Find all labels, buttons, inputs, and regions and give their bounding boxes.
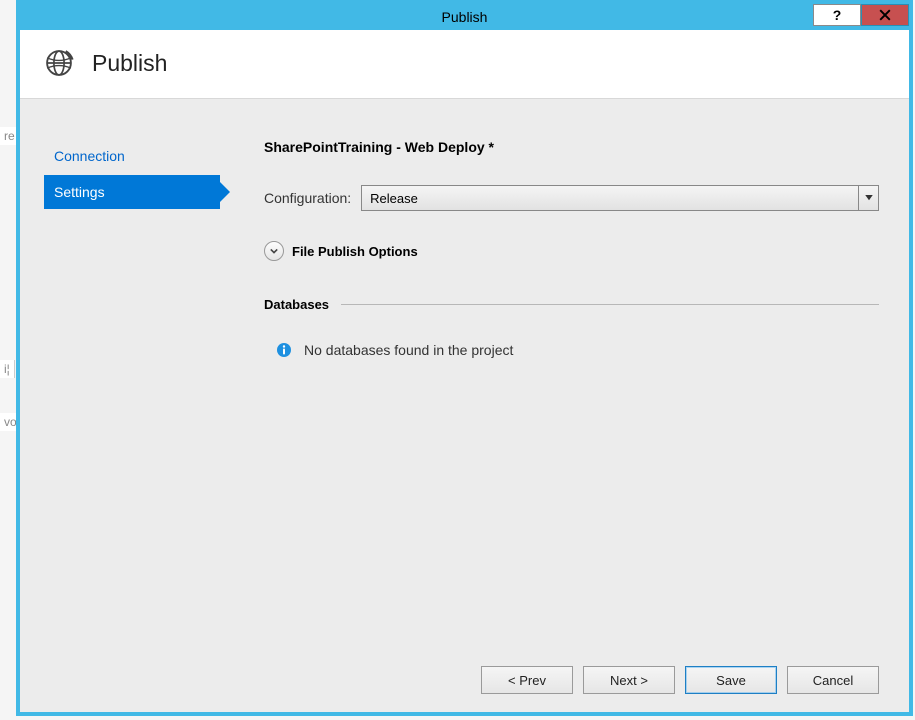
bg-text: i¦ bbox=[0, 360, 15, 378]
titlebar-buttons: ? bbox=[813, 4, 909, 28]
close-button[interactable] bbox=[861, 4, 909, 26]
publish-dialog: Publish ? Publish Connec bbox=[16, 0, 913, 716]
no-databases-row: No databases found in the project bbox=[264, 342, 879, 358]
chevron-down-icon bbox=[264, 241, 284, 261]
content-row: Connection Settings SharePointTraining -… bbox=[20, 99, 909, 648]
sidebar-item-label: Settings bbox=[54, 184, 105, 200]
databases-section-header: Databases bbox=[264, 297, 879, 312]
settings-panel: SharePointTraining - Web Deploy * Config… bbox=[220, 99, 909, 648]
chevron-down-icon bbox=[858, 186, 878, 210]
sidebar-item-settings[interactable]: Settings bbox=[44, 175, 220, 209]
help-button[interactable]: ? bbox=[813, 4, 861, 26]
configuration-row: Configuration: Release bbox=[264, 185, 879, 211]
cancel-button[interactable]: Cancel bbox=[787, 666, 879, 694]
configuration-dropdown[interactable]: Release bbox=[361, 185, 879, 211]
sidebar-item-connection[interactable]: Connection bbox=[44, 139, 220, 173]
window-title: Publish bbox=[442, 9, 488, 25]
file-publish-options-expander[interactable]: File Publish Options bbox=[264, 241, 879, 261]
globe-publish-icon bbox=[42, 46, 76, 80]
main-area: Connection Settings SharePointTraining -… bbox=[20, 98, 909, 712]
sidebar-item-label: Connection bbox=[54, 148, 125, 164]
no-databases-text: No databases found in the project bbox=[304, 342, 513, 358]
wizard-sidebar: Connection Settings bbox=[20, 99, 220, 648]
profile-name: SharePointTraining - Web Deploy * bbox=[264, 139, 879, 155]
configuration-label: Configuration: bbox=[264, 190, 351, 206]
prev-button[interactable]: < Prev bbox=[481, 666, 573, 694]
header: Publish bbox=[20, 30, 909, 98]
databases-title: Databases bbox=[264, 297, 329, 312]
section-divider bbox=[341, 304, 879, 305]
next-button[interactable]: Next > bbox=[583, 666, 675, 694]
page-title: Publish bbox=[92, 50, 167, 77]
configuration-value: Release bbox=[362, 186, 858, 210]
save-button[interactable]: Save bbox=[685, 666, 777, 694]
titlebar: Publish ? bbox=[20, 4, 909, 30]
file-publish-options-label: File Publish Options bbox=[292, 244, 418, 259]
info-icon bbox=[276, 342, 292, 358]
wizard-button-row: < Prev Next > Save Cancel bbox=[20, 648, 909, 712]
